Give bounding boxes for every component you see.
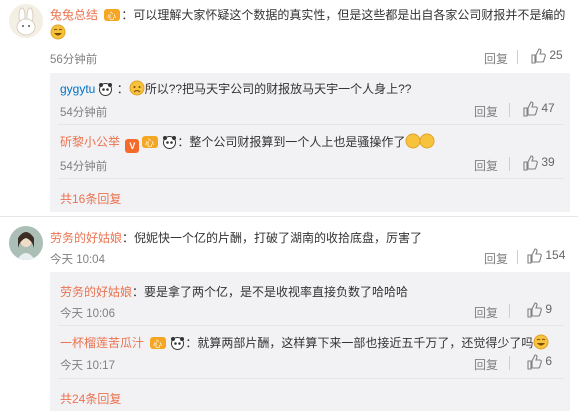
divider bbox=[58, 124, 564, 125]
comment-line: 劳务的好姑娘：倪妮快一个亿的片酬，打破了湖南的收拾底盘，厉害了 bbox=[50, 229, 422, 246]
like-count: 25 bbox=[549, 48, 563, 63]
comment-line: 兔兔总结 心 ：可以理解大家怀疑这个数据的真实性，但是这些都是出自各家公司财报并不… bbox=[50, 6, 565, 23]
vip-badge-icon: V bbox=[125, 139, 140, 153]
divider bbox=[517, 50, 518, 64]
divider bbox=[517, 250, 518, 264]
timestamp: 今天 10:17 bbox=[60, 360, 115, 372]
panda-icon bbox=[162, 135, 177, 149]
divider bbox=[509, 356, 510, 370]
laugh-emoji-icon bbox=[533, 334, 549, 350]
timestamp: 56分钟前 bbox=[50, 54, 98, 66]
reply-line: 斫黎小公举 V 心 ：整个公司财报算到一个人上也是骚操作了 bbox=[60, 133, 437, 153]
fan-level-icon: 心 bbox=[103, 8, 121, 22]
thumbs-up-icon bbox=[523, 101, 538, 117]
like-count: 6 bbox=[545, 354, 553, 369]
reply-line: 劳务的好姑娘：要是拿了两个亿，是不是收视率直接负数了哈哈哈 bbox=[60, 283, 408, 300]
reply-line: 一杯榴莲苦瓜汁 心 ：就算两部片酬，这样算下来一部也接近五千万了，还觉得少了吗 bbox=[60, 334, 549, 351]
thumbs-up-icon bbox=[531, 48, 546, 64]
username[interactable]: 斫黎小公举 bbox=[60, 135, 120, 149]
svg-text:心: 心 bbox=[153, 339, 162, 350]
more-replies-link[interactable]: 共24条回复 bbox=[60, 390, 121, 407]
thumbs-up-icon bbox=[527, 248, 542, 264]
divider bbox=[509, 157, 510, 171]
reply-button[interactable]: 回复 bbox=[474, 103, 498, 120]
like-count: 9 bbox=[545, 302, 553, 317]
like-button[interactable]: 154 bbox=[526, 248, 565, 264]
username[interactable]: 兔兔总结 bbox=[50, 8, 98, 22]
like-button[interactable]: 9 bbox=[526, 302, 552, 318]
like-count: 154 bbox=[545, 248, 566, 263]
username[interactable]: gygytu bbox=[60, 82, 95, 96]
fan-level-icon: 心 bbox=[149, 336, 167, 350]
reply-text: ：就算两部片酬，这样算下来一部也接近五千万了，还觉得少了吗 bbox=[185, 336, 534, 350]
reply-button[interactable]: 回复 bbox=[484, 250, 508, 267]
comment-divider bbox=[0, 216, 578, 217]
timestamp: 54分钟前 bbox=[60, 161, 108, 173]
divider bbox=[58, 178, 564, 179]
like-button[interactable]: 25 bbox=[530, 48, 563, 64]
thumbs-up-icon bbox=[523, 155, 538, 171]
fan-level-icon: 心 bbox=[141, 135, 159, 149]
reply-button[interactable]: 回复 bbox=[484, 50, 508, 67]
avatar[interactable] bbox=[9, 4, 43, 38]
like-button[interactable]: 47 bbox=[522, 101, 555, 117]
reply-button[interactable]: 回复 bbox=[474, 356, 498, 373]
sad-emoji-icon bbox=[129, 80, 145, 96]
like-count: 39 bbox=[541, 155, 555, 170]
like-button[interactable]: 39 bbox=[522, 155, 555, 171]
reply-line: gygytu ： 所以??把马天宇公司的财报放马天宇一个人身上?? bbox=[60, 80, 411, 97]
timestamp: 今天 10:04 bbox=[50, 254, 105, 266]
timestamp: 54分钟前 bbox=[60, 107, 108, 119]
panda-icon bbox=[170, 336, 185, 350]
reply-button[interactable]: 回复 bbox=[474, 157, 498, 174]
reply-text: 所以??把马天宇公司的财报放马天宇一个人身上?? bbox=[144, 82, 412, 96]
username[interactable]: 一杯榴莲苦瓜汁 bbox=[60, 336, 144, 350]
clap-emoji-icon bbox=[405, 133, 437, 149]
laugh-emoji-icon bbox=[50, 24, 66, 43]
reply-text: ：要是拿了两个亿，是不是收视率直接负数了哈哈哈 bbox=[132, 285, 409, 299]
like-count: 47 bbox=[541, 101, 555, 116]
comment-text: ：倪妮快一个亿的片酬，打破了湖南的收拾底盘，厉害了 bbox=[122, 231, 423, 245]
divider bbox=[58, 378, 564, 379]
like-button[interactable]: 6 bbox=[526, 354, 552, 370]
username[interactable]: 劳务的好姑娘 bbox=[60, 285, 132, 299]
reply-text: ：整个公司财报算到一个人上也是骚操作了 bbox=[177, 135, 406, 149]
divider bbox=[58, 325, 564, 326]
divider bbox=[509, 103, 510, 117]
thumbs-up-icon bbox=[527, 354, 542, 370]
thumbs-up-icon bbox=[527, 302, 542, 318]
svg-text:心: 心 bbox=[107, 11, 116, 22]
more-replies-link[interactable]: 共16条回复 bbox=[60, 190, 121, 207]
timestamp: 今天 10:06 bbox=[60, 308, 115, 320]
divider bbox=[509, 304, 510, 318]
svg-text:心: 心 bbox=[145, 138, 154, 149]
panda-icon bbox=[98, 82, 113, 96]
avatar[interactable] bbox=[9, 226, 43, 260]
username[interactable]: 劳务的好姑娘 bbox=[50, 231, 122, 245]
colon-text: ： bbox=[116, 82, 129, 96]
comment-text: ：可以理解大家怀疑这个数据的真实性，但是这些都是出自各家公司财报并不是编的 bbox=[121, 8, 566, 22]
reply-button[interactable]: 回复 bbox=[474, 304, 498, 321]
